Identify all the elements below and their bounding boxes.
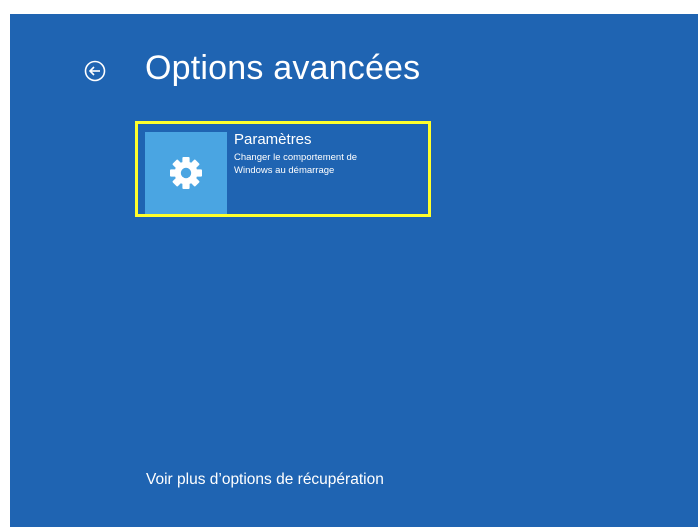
option-title: Paramètres — [234, 131, 312, 148]
option-description: Changer le comportement de Windows au dé… — [234, 152, 358, 176]
gear-icon — [170, 157, 202, 189]
recovery-screen: Options avancées Paramètres Changer le c… — [10, 14, 698, 527]
back-arrow-circle-icon — [84, 60, 106, 82]
page-title: Options avancées — [145, 49, 421, 87]
tile-text: Paramètres Changer le comportement de Wi… — [234, 131, 424, 177]
option-tile-parametres[interactable]: Paramètres Changer le comportement de Wi… — [135, 121, 431, 217]
tile-icon-box — [145, 132, 227, 214]
back-button[interactable] — [84, 60, 106, 82]
more-recovery-options-link[interactable]: Voir plus d’options de récupération — [146, 471, 384, 489]
